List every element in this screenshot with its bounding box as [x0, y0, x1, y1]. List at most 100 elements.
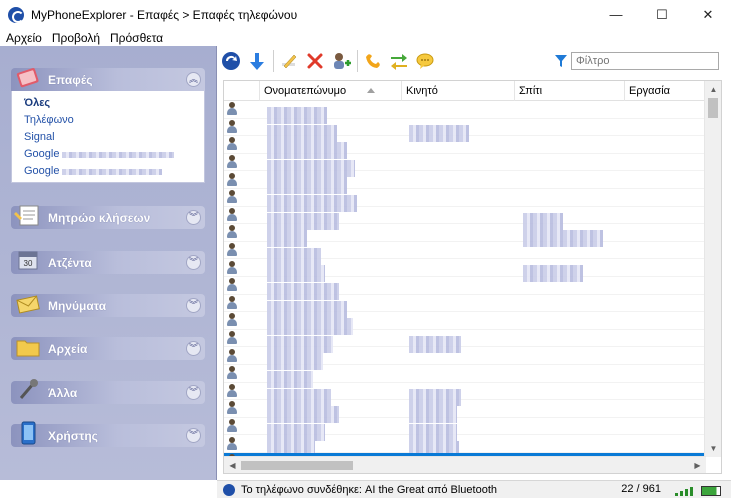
subnav-item-google-2[interactable]: Google [24, 163, 204, 180]
edit-button[interactable] [278, 50, 300, 72]
sidebar-section-call-log[interactable]: Μητρώο κλήσεων ︾ [11, 205, 205, 229]
table-body: ✸ΑΚΗΣ ΠΑΣ6973302625 [224, 101, 706, 473]
table-row[interactable] [224, 154, 706, 177]
chevron-down-icon[interactable]: ︾ [186, 298, 201, 313]
message-button[interactable] [414, 50, 436, 72]
menu-file[interactable]: Αρχείο [0, 31, 47, 45]
redacted-account [62, 151, 175, 158]
toolbar-divider [357, 50, 358, 72]
close-button[interactable]: ✕ [685, 0, 731, 29]
chevron-down-icon[interactable]: ︾ [186, 341, 201, 356]
chevron-up-icon[interactable]: ︽ [186, 72, 201, 87]
subnav-item-all[interactable]: Όλες [24, 95, 204, 112]
battery-icon [701, 486, 721, 496]
svg-text:30: 30 [24, 259, 33, 268]
chevron-down-icon[interactable]: ︾ [186, 255, 201, 270]
sidebar-section-label: Χρήστης [48, 428, 98, 443]
sidebar-section-agenda[interactable]: 30 Ατζέντα ︾ [11, 251, 205, 274]
subnav-item-phone[interactable]: Τηλέφωνο [24, 112, 204, 129]
table-row[interactable] [224, 295, 706, 318]
subnav-item-google-1[interactable]: Google [24, 146, 204, 163]
column-header-name[interactable]: Ονοματεπώνυμο [260, 81, 402, 101]
delete-button[interactable] [304, 50, 326, 72]
table-row[interactable] [224, 347, 706, 371]
download-button[interactable] [246, 50, 268, 72]
funnel-icon [555, 54, 567, 67]
column-header-home[interactable]: Σπίτι [515, 81, 625, 101]
table-row[interactable] [224, 365, 706, 388]
table-row[interactable] [224, 101, 706, 124]
envelope-icon [16, 295, 40, 314]
contact-person-icon [227, 418, 237, 433]
table-row[interactable] [224, 242, 706, 265]
menu-extras[interactable]: Πρόσθετα [105, 31, 168, 45]
chevron-down-icon[interactable]: ︾ [186, 210, 201, 225]
table-row[interactable] [224, 330, 706, 353]
scroll-down-icon[interactable]: ▼ [705, 440, 721, 457]
call-log-icon [14, 205, 39, 226]
vertical-scrollbar[interactable]: ▲ ▼ [704, 81, 721, 457]
maximize-button[interactable]: ☐ [639, 0, 685, 29]
contact-person-icon [227, 401, 237, 415]
table-row[interactable] [224, 207, 706, 230]
table-row[interactable] [224, 400, 706, 424]
app-logo-icon [223, 483, 235, 496]
table-row[interactable] [224, 383, 706, 406]
refresh-sync-button[interactable] [220, 50, 242, 72]
contact-person-icon [227, 172, 237, 187]
wrench-icon [19, 379, 38, 399]
add-contact-button[interactable] [330, 50, 352, 72]
subnav-item-signal[interactable]: Signal [24, 129, 204, 146]
contact-person-icon [227, 243, 237, 257]
column-header-work[interactable]: Εργασία [625, 81, 706, 101]
contact-person-icon [227, 313, 237, 327]
call-button[interactable] [362, 50, 384, 72]
scroll-up-icon[interactable]: ▲ [705, 81, 721, 98]
sidebar-section-label: Αρχεία [48, 341, 88, 356]
toolbar [220, 46, 731, 76]
sidebar-section-messages[interactable]: Μηνύματα ︾ [11, 294, 205, 317]
contacts-subnav: Όλες Τηλέφωνο Signal Google Google [11, 91, 205, 183]
table-row[interactable] [224, 171, 706, 195]
horizontal-scroll-thumb[interactable] [241, 461, 353, 470]
table-row[interactable] [224, 259, 706, 283]
table-row[interactable] [224, 312, 706, 336]
contact-person-icon [227, 119, 237, 134]
table-row[interactable] [224, 119, 706, 142]
sort-ascending-icon [367, 88, 375, 93]
phone-device-icon [21, 421, 36, 445]
sidebar-section-other[interactable]: Άλλα ︾ [11, 379, 205, 404]
sidebar-section-files[interactable]: Αρχεία ︾ [11, 337, 205, 360]
scroll-right-icon[interactable]: ▶ [689, 457, 706, 473]
calendar-icon: 30 [18, 251, 38, 270]
contact-person-icon [227, 348, 237, 363]
app-logo-icon [8, 6, 24, 23]
column-header-mobile[interactable]: Κινητό [402, 81, 515, 101]
scroll-left-icon[interactable]: ◀ [224, 457, 241, 473]
sidebar-section-user[interactable]: Χρήστης ︾ [11, 421, 205, 447]
minimize-button[interactable]: — [593, 0, 639, 29]
table-row[interactable] [224, 277, 706, 300]
window-title: MyPhoneExplorer - Επαφές > Επαφές τηλεφώ… [31, 7, 298, 22]
table-row[interactable] [224, 435, 706, 459]
chevron-down-icon[interactable]: ︾ [186, 428, 201, 443]
subnav-item-label: Signal [24, 131, 55, 143]
table-row[interactable] [224, 136, 706, 160]
menu-view[interactable]: Προβολή [47, 31, 105, 45]
sidebar-section-label: Επαφές [48, 72, 93, 87]
table-header: Ονοματεπώνυμο Κινητό Σπίτι Εργασία [224, 81, 706, 101]
edit-pencil-icon [282, 54, 297, 69]
vertical-scroll-thumb[interactable] [708, 98, 718, 118]
chevron-down-icon[interactable]: ︾ [186, 385, 201, 400]
table-row[interactable] [224, 224, 706, 248]
refresh-sync-icon [222, 52, 240, 70]
table-row[interactable] [224, 418, 706, 441]
message-bubble-icon [416, 53, 434, 69]
contact-person-icon [227, 383, 237, 398]
filter-area [555, 52, 719, 70]
sidebar-section-contacts[interactable]: Επαφές ︽ [11, 68, 205, 91]
table-row[interactable] [224, 189, 706, 212]
transfer-button[interactable] [388, 50, 410, 72]
horizontal-scrollbar[interactable]: ◀ ▶ [224, 456, 706, 473]
filter-input[interactable] [571, 52, 719, 70]
